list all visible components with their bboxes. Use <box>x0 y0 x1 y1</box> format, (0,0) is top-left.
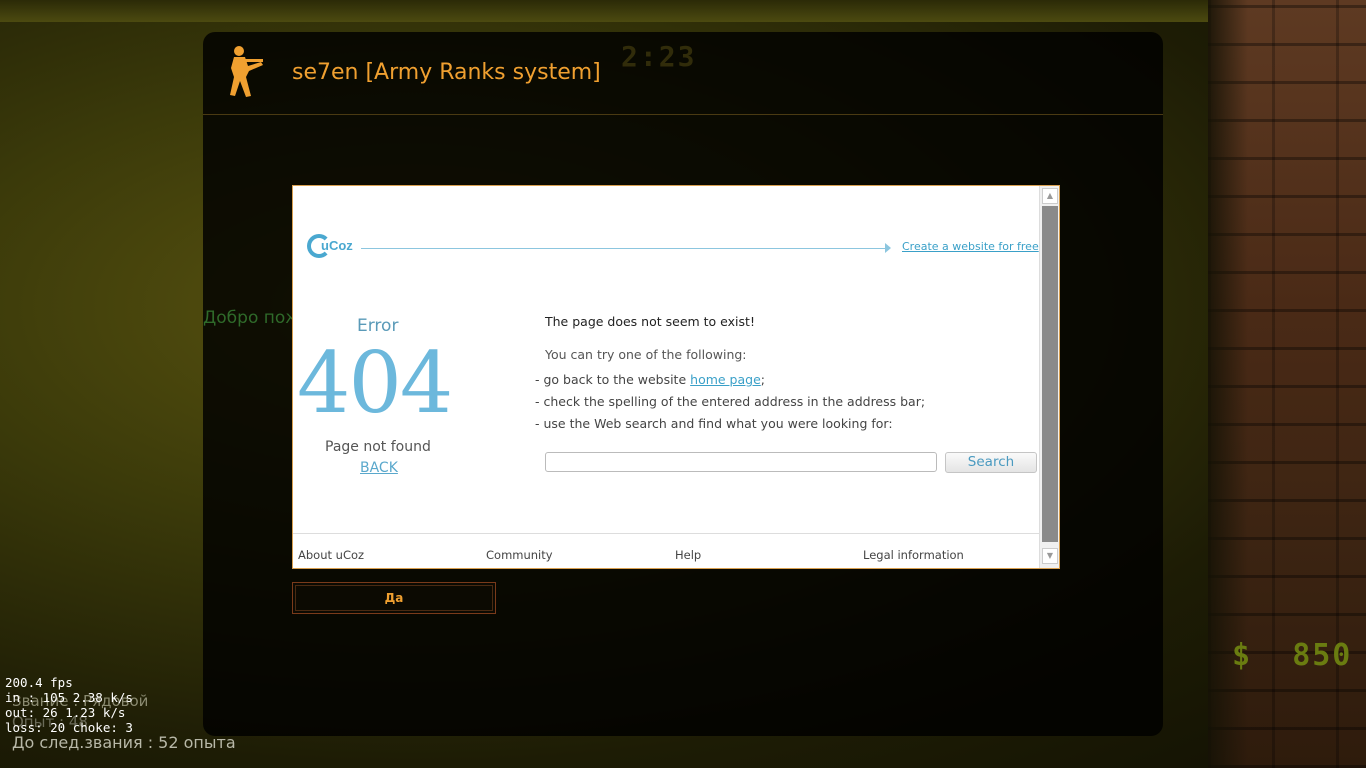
option-home-prefix: - go back to the website <box>535 372 691 387</box>
net-graph: 200.4 fps in : 105 2.38 k/s out: 26 1.23 k… <box>5 675 133 735</box>
counter-strike-soldier-icon <box>230 46 263 97</box>
header-divider <box>361 248 887 249</box>
arrow-right-icon <box>885 243 891 253</box>
footer-legal-link[interactable]: Legal information <box>863 548 964 562</box>
footer-divider <box>293 533 1039 534</box>
ucoz-logo-text: uCoz <box>321 238 353 253</box>
search-input[interactable] <box>545 452 937 472</box>
create-website-link[interactable]: Create a website for free <box>902 240 1039 253</box>
option-home: - go back to the website home page; <box>535 372 765 387</box>
home-page-link[interactable]: home page <box>690 372 761 387</box>
net-in: in : 105 2.38 k/s <box>5 690 133 705</box>
hud-money: $ 850 <box>1232 638 1352 673</box>
page-not-found-text: Page not found <box>325 439 431 455</box>
net-out: out: 26 1.23 k/s <box>5 705 126 720</box>
ucoz-logo[interactable]: uCoz <box>307 234 353 262</box>
net-fps: 200.4 fps <box>5 675 73 690</box>
ok-button[interactable]: Да <box>292 582 496 614</box>
embedded-error-page: uCoz Create a website for free Error 404… <box>292 185 1060 569</box>
option-spelling: - check the spelling of the entered addr… <box>535 394 926 409</box>
search-button[interactable]: Search <box>945 452 1037 473</box>
hud-next-rank: До след.звания : 52 опыта <box>12 733 236 752</box>
error-label: Error <box>357 316 399 336</box>
game-scene-top <box>0 0 1208 22</box>
error-message: The page does not seem to exist! <box>545 314 755 329</box>
scrollbar[interactable]: ▲ ▼ <box>1039 186 1059 568</box>
scroll-up-icon[interactable]: ▲ <box>1042 188 1058 204</box>
money-value: 850 <box>1292 638 1353 673</box>
welcome-text: Добро пож <box>203 308 301 328</box>
option-search: - use the Web search and find what you w… <box>535 416 893 431</box>
net-loss: loss: 20 choke: 3 <box>5 720 133 735</box>
error-code: 404 <box>297 334 453 432</box>
dollar-icon: $ <box>1232 638 1253 673</box>
back-link[interactable]: BACK <box>360 460 398 476</box>
option-home-suffix: ; <box>760 372 765 387</box>
scroll-down-icon[interactable]: ▼ <box>1042 548 1058 564</box>
scroll-thumb[interactable] <box>1042 206 1058 542</box>
round-timer: 2:23 <box>621 40 697 73</box>
suggestion-intro: You can try one of the following: <box>545 347 747 362</box>
footer-help-link[interactable]: Help <box>675 548 701 562</box>
motd-title: se7en [Army Ranks system] <box>292 60 601 85</box>
footer-community-link[interactable]: Community <box>486 548 553 562</box>
footer-about-link[interactable]: About uCoz <box>298 548 364 562</box>
